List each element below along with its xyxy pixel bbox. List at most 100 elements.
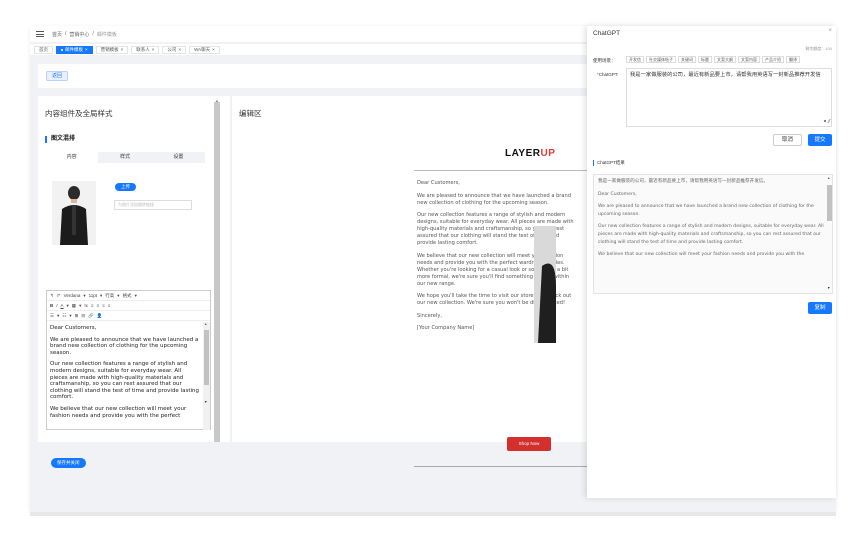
bg-color-icon[interactable]: ▦ — [72, 303, 76, 309]
chevron-down-icon[interactable]: ▾ — [69, 313, 71, 319]
editor-toolbar-row-3: ☰ ▾ ☷ ▾ ⊞ ⊟ 🔗 👤 — [47, 311, 210, 321]
tab-contacts[interactable]: 联系人 × — [131, 45, 160, 54]
components-panel: 内容组件及全局样式 ▲ 图文混排 内容 样式 设置 上传 为图片添加跳转链接 ↰… — [38, 96, 230, 468]
panel-scrollbar[interactable]: ▲ — [214, 98, 220, 442]
panel-title: 内容组件及全局样式 — [45, 109, 113, 118]
align-center-icon[interactable]: ≡ — [96, 303, 99, 308]
email-paragraph: Dear Customers, — [417, 180, 460, 186]
chevron-down-icon[interactable]: ▾ — [67, 303, 69, 309]
partial-image — [534, 226, 556, 343]
prompt-textarea[interactable]: 我是一家做服装的公司，最近有新品要上市，请帮我用英语写一封新品推荐开发信 ⁄⁄ — [626, 68, 832, 127]
scene-chip[interactable]: 翻译 — [786, 56, 800, 63]
section-title: 图文混排 — [45, 136, 75, 143]
upload-button[interactable]: 上传 — [115, 183, 136, 191]
divider — [414, 466, 587, 467]
divider — [414, 170, 587, 171]
email-preview[interactable]: LAYERUP Dear Customers, We are pleased t… — [412, 136, 587, 467]
user-icon[interactable]: 👤 — [97, 313, 103, 319]
format-select[interactable]: 格式 — [123, 293, 132, 299]
editor-paragraph: Dear Customers, — [50, 325, 97, 331]
result-paragraph: We believe that our new collection will … — [598, 252, 805, 258]
subtab-settings[interactable]: 设置 — [152, 152, 205, 163]
clear-format-icon[interactable]: Ix — [84, 303, 88, 308]
redo-icon[interactable]: ↱ — [57, 293, 61, 299]
chevron-down-icon[interactable]: ▾ — [83, 293, 85, 299]
tab-email-template[interactable]: 邮件模板 × — [56, 45, 93, 54]
scene-chip[interactable]: 关键词 — [678, 56, 696, 63]
undo-icon[interactable]: ↰ — [50, 293, 54, 299]
copy-button[interactable]: 复制 — [808, 302, 832, 314]
editor-toolbar-row-2: B I A ▾ ▦ ▾ Ix ≡ ≡ ≡ ≡ — [47, 301, 210, 311]
font-size-select[interactable]: 11pt — [89, 293, 97, 298]
tab-wa-chat[interactable]: WA聊天 × — [189, 45, 220, 54]
bullet-list-icon[interactable]: ☰ — [50, 313, 54, 319]
chevron-down-icon[interactable]: ▾ — [100, 293, 102, 299]
close-icon[interactable]: × — [828, 28, 832, 34]
status-dot-icon — [824, 120, 826, 122]
result-title: ChatGPT结果 — [593, 160, 625, 166]
scene-chip[interactable]: 文案大纲 — [714, 56, 736, 63]
breadcrumb-marketing[interactable]: 营销中心 — [69, 31, 89, 38]
editor-scrollbar[interactable]: ▲ ▼ — [203, 322, 210, 430]
tab-marketing-template[interactable]: 营销模板 × — [95, 45, 129, 54]
active-dot-icon — [61, 48, 63, 51]
prompt-label: *ChatGPT: — [597, 72, 619, 77]
scene-chip[interactable]: 产品介绍 — [762, 56, 784, 63]
quota-counter: 剩余额度：100 — [805, 46, 832, 51]
edit-area-title: 编辑区 — [239, 109, 262, 118]
indent-icon[interactable]: ⊞ — [75, 313, 79, 319]
chatgpt-drawer: ChatGPT × 剩余额度：100 使用场景： 开发信 社交媒体帖子 关键词 … — [587, 26, 836, 498]
editor-paragraph: We are pleased to announce that we have … — [50, 336, 199, 356]
italic-icon[interactable]: I — [56, 303, 57, 308]
bold-icon[interactable]: B — [50, 303, 53, 308]
breadcrumb-home[interactable]: 首页 — [52, 31, 62, 38]
rich-text-editor: ↰ ↱ Verdana ▾ 11pt ▾ 行高 ▾ 格式 ▾ B I A ▾ ▦… — [46, 290, 211, 430]
subtab-content[interactable]: 内容 — [45, 152, 99, 163]
tab-company[interactable]: 公司 × — [162, 45, 187, 54]
font-family-select[interactable]: Verdana — [64, 293, 81, 298]
tab-home[interactable]: 首页 — [34, 45, 53, 54]
link-icon[interactable]: 🔗 — [88, 313, 94, 319]
chevron-down-icon[interactable]: ▾ — [117, 293, 119, 299]
result-content: 我是一家做服装的公司，最近有新品要上市，请帮我用英语写一封新品推荐开发信。 De… — [598, 178, 824, 294]
prompt-text: 我是一家做服装的公司，最近有新品要上市，请帮我用英语写一封新品推荐开发信 — [630, 72, 821, 78]
align-right-icon[interactable]: ≡ — [102, 303, 105, 308]
breadcrumb-current: 邮件模板 — [96, 31, 117, 38]
scene-chip[interactable]: 社交媒体帖子 — [646, 56, 676, 63]
email-paragraph: We are pleased to announce that we have … — [417, 192, 571, 206]
product-image — [52, 181, 96, 245]
shop-now-button[interactable]: Shop Now — [507, 437, 551, 451]
scene-chip[interactable]: 文案内容 — [738, 56, 760, 63]
image-link-input[interactable]: 为图片添加跳转链接 — [114, 200, 192, 210]
line-height-select[interactable]: 行高 — [105, 293, 114, 299]
editor-paragraph: We believe that our new collection will … — [50, 405, 187, 419]
dialog-title: ChatGPT — [593, 30, 621, 37]
cancel-button[interactable]: 取消 — [773, 134, 802, 146]
result-panel[interactable]: 我是一家做服装的公司，最近有新品要上市，请帮我用英语写一封新品推荐开发信。 De… — [593, 174, 833, 294]
chevron-down-icon[interactable]: ▾ — [135, 293, 137, 299]
scene-chips: 开发信 社交媒体帖子 关键词 标题 文案大纲 文案内容 产品介绍 翻译 — [626, 56, 800, 63]
resize-handle-icon[interactable]: ⁄⁄ — [828, 119, 830, 126]
editor-toolbar-row-1: ↰ ↱ Verdana ▾ 11pt ▾ 行高 ▾ 格式 ▾ — [47, 291, 210, 301]
outdent-icon[interactable]: ⊟ — [81, 313, 85, 319]
back-button[interactable]: 返回 — [46, 71, 69, 81]
result-paragraph: Our new collection features a range of s… — [598, 224, 824, 245]
result-scrollbar[interactable]: ▲ ▼ — [826, 175, 833, 293]
text-color-icon[interactable]: A — [61, 303, 64, 308]
align-justify-icon[interactable]: ≡ — [108, 303, 111, 308]
chevron-down-icon[interactable]: ▾ — [57, 313, 59, 319]
result-paragraph: 我是一家做服装的公司，最近有新品要上市，请帮我用英语写一封新品推荐开发信。 — [598, 179, 768, 184]
chevron-down-icon[interactable]: ▾ — [79, 303, 81, 309]
subtab-style[interactable]: 样式 — [98, 152, 151, 163]
numbered-list-icon[interactable]: ☷ — [62, 313, 66, 319]
scene-chip[interactable]: 开发信 — [626, 56, 644, 63]
align-left-icon[interactable]: ≡ — [91, 303, 94, 308]
content-subtabs: 内容 样式 设置 — [45, 152, 205, 163]
submit-button[interactable]: 提交 — [808, 134, 832, 146]
menu-toggle-icon[interactable] — [36, 31, 44, 37]
window-bottom-edge — [30, 512, 836, 516]
editor-content[interactable]: Dear Customers, We are pleased to announ… — [47, 322, 202, 431]
scene-chip[interactable]: 标题 — [698, 56, 712, 63]
save-and-close-button[interactable]: 保存并关闭 — [51, 458, 86, 468]
brand-logo: LAYERUP — [505, 148, 556, 159]
